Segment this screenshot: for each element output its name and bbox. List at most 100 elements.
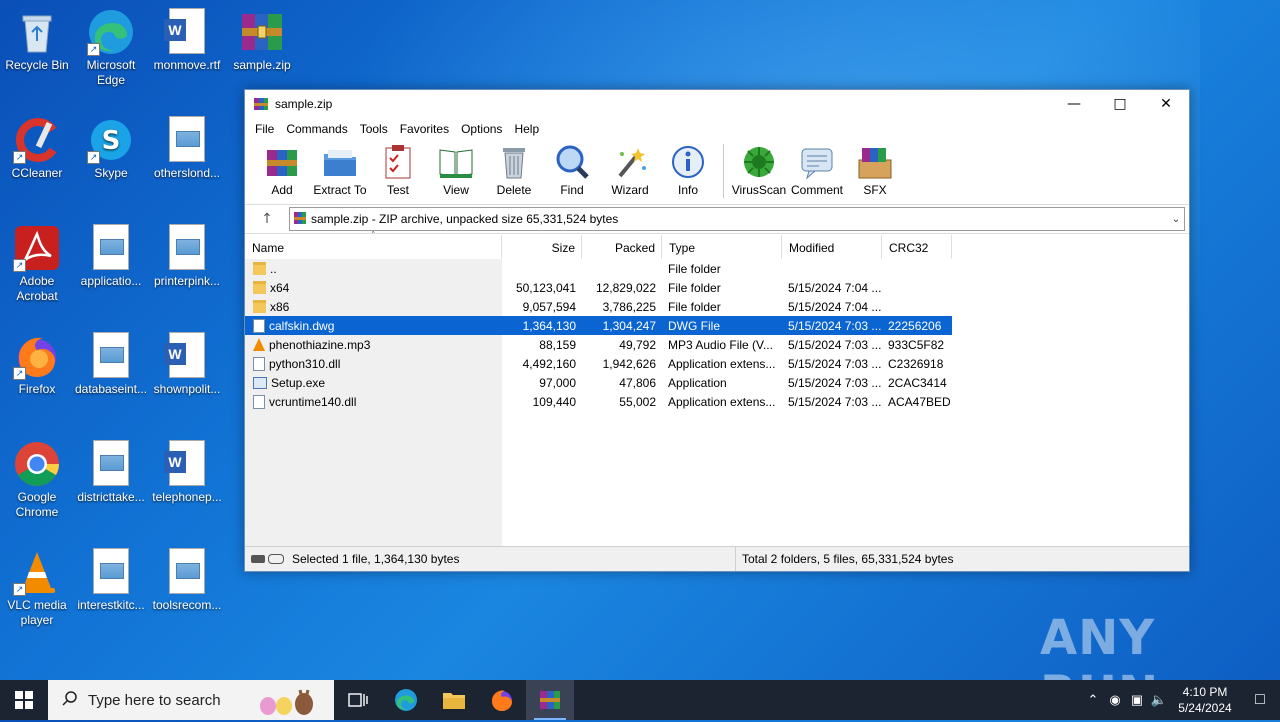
test-button[interactable]: Test <box>369 140 427 197</box>
sfx-button[interactable]: SFX <box>846 140 904 197</box>
file-row[interactable]: vcruntime140.dll 109,440 55,002 Application… <box>245 392 952 411</box>
file-row[interactable]: .. File folder <box>245 259 952 278</box>
file-name-cell: x64 <box>245 281 502 295</box>
chevron-up-icon[interactable]: ⌃ <box>1082 692 1104 708</box>
taskbar-winrar[interactable] <box>526 680 574 720</box>
drive-icon <box>251 555 265 563</box>
file-row[interactable]: python310.dll 4,492,160 1,942,626 Applicati… <box>245 354 952 373</box>
desktop-icon-acrobat[interactable]: ↗ Adobe Acrobat <box>0 218 74 304</box>
toolbar: Add Extract To Test View Delete Find Wiz… <box>245 140 1189 205</box>
meet-now-icon[interactable]: ◉ <box>1104 692 1126 708</box>
desktop-icon-label: shownpolit... <box>153 382 221 396</box>
address-row: ↑ sample.zip - ZIP archive, unpacked siz… <box>245 205 1189 234</box>
desktop-icon-label: Google Chrome <box>15 490 59 519</box>
info-label: Info <box>677 183 698 197</box>
file-packed-cell: 12,829,022 <box>595 280 656 295</box>
column-size[interactable]: Size <box>502 235 582 259</box>
file-modified-cell: 5/15/2024 7:03 ... <box>788 356 882 371</box>
file-name-cell: phenothiazine.mp3 <box>245 338 502 352</box>
desktop-icon-ccleaner[interactable]: ↗ CCleaner <box>0 110 74 181</box>
virusscan-button[interactable]: VirusScan <box>730 140 788 197</box>
desktop-icon-databaseint[interactable]: databaseint... <box>74 326 148 397</box>
column-type[interactable]: Type <box>662 235 782 259</box>
recycle-bin-icon <box>13 8 61 56</box>
minimize-button[interactable]: — <box>1051 90 1097 118</box>
file-name: calfskin.dwg <box>269 318 335 333</box>
desktop-icon-firefox[interactable]: ↗ Firefox <box>0 326 74 397</box>
taskbar-firefox[interactable] <box>478 680 526 720</box>
file-type-cell: MP3 Audio File (V... <box>668 337 773 352</box>
comment-button[interactable]: Comment <box>788 140 846 197</box>
delete-button[interactable]: Delete <box>485 140 543 197</box>
add-button[interactable]: Add <box>253 140 311 197</box>
desktop-icon-otherslond[interactable]: otherslond... <box>150 110 224 181</box>
chevron-down-icon[interactable]: ⌄ <box>1168 214 1184 225</box>
desktop-icon-sample-zip[interactable]: sample.zip <box>225 2 299 73</box>
menu-options[interactable]: Options <box>455 122 508 136</box>
file-row[interactable]: x86 9,057,594 3,786,225 File folder 5/15/202… <box>245 297 952 316</box>
up-one-level-icon[interactable]: ↑ <box>245 211 289 227</box>
file-packed-cell: 1,942,626 <box>602 356 656 371</box>
extract-to-button[interactable]: Extract To <box>311 140 369 197</box>
desktop-icon-skype[interactable]: S ↗ Skype <box>74 110 148 181</box>
file-row[interactable]: Setup.exe 97,000 47,806 Application 5/15/202… <box>245 373 952 392</box>
desktop-icon-interestkitc[interactable]: interestkitc... <box>74 542 148 613</box>
comment-label: Comment <box>790 183 843 197</box>
wizard-button[interactable]: Wizard <box>601 140 659 197</box>
column-packed[interactable]: Packed <box>582 235 662 259</box>
address-combo[interactable]: sample.zip - ZIP archive, unpacked size … <box>289 207 1185 231</box>
menu-favorites[interactable]: Favorites <box>394 122 455 136</box>
file-type-cell: DWG File <box>668 318 720 333</box>
file-row[interactable]: x64 50,123,041 12,829,022 File folder 5/15/2… <box>245 278 952 297</box>
column-crc32[interactable]: CRC32 <box>882 235 952 259</box>
menu-help[interactable]: Help <box>508 122 545 136</box>
network-icon[interactable]: ▣ <box>1126 692 1148 708</box>
desktop-icon-applicatio[interactable]: applicatio... <box>74 218 148 289</box>
menu-tools[interactable]: Tools <box>354 122 394 136</box>
taskbar-file-explorer[interactable] <box>430 680 478 720</box>
maximize-button[interactable]: □ <box>1097 90 1143 118</box>
file-size-cell: 9,057,594 <box>522 299 576 314</box>
extract-to-label: Extract To <box>313 183 367 197</box>
menu-file[interactable]: File <box>249 122 280 136</box>
close-icon: ✕ <box>1160 96 1172 112</box>
desktop-icon-chrome[interactable]: Google Chrome <box>0 434 74 520</box>
clock[interactable]: 4:10 PM 5/24/2024 <box>1170 684 1240 716</box>
desktop-icon-monmove[interactable]: W monmove.rtf <box>150 2 224 73</box>
desktop-icon-printerpink[interactable]: printerpink... <box>150 218 224 289</box>
desktop-icon-toolsrecom[interactable]: toolsrecom... <box>150 542 224 613</box>
desktop-icon-edge[interactable]: ↗ Microsoft Edge <box>74 2 148 88</box>
clock-time: 4:10 PM <box>1182 685 1228 699</box>
desktop-icon-label: monmove.rtf <box>153 58 221 72</box>
volume-icon[interactable]: 🔈 <box>1148 692 1170 708</box>
word-document-icon: W <box>163 332 211 380</box>
find-button[interactable]: Find <box>543 140 601 197</box>
desktop-icon-recycle-bin[interactable]: Recycle Bin <box>0 2 74 73</box>
file-crc-cell: 22256206 <box>888 318 942 333</box>
file-row[interactable]: phenothiazine.mp3 88,159 49,792 MP3 Audio F… <box>245 335 952 354</box>
image-file-icon <box>87 548 135 596</box>
maximize-icon: □ <box>1113 96 1127 112</box>
close-button[interactable]: ✕ <box>1143 90 1189 118</box>
taskbar-search-box[interactable]: Type here to search <box>48 680 334 720</box>
desktop-icon-vlc[interactable]: ↗ VLC media player <box>0 542 74 628</box>
desktop-icon-label: printerpink... <box>153 274 221 288</box>
title-bar[interactable]: sample.zip — □ ✕ <box>245 90 1189 118</box>
desktop-icon-shownpolit[interactable]: W shownpolit... <box>150 326 224 397</box>
task-view-button[interactable] <box>334 680 382 720</box>
file-type-cell: File folder <box>668 261 721 276</box>
column-modified[interactable]: Modified <box>782 235 882 259</box>
start-button[interactable] <box>0 680 48 720</box>
taskbar-edge[interactable] <box>382 680 430 720</box>
info-button[interactable]: Info <box>659 140 717 197</box>
notification-icon[interactable]: □ <box>1240 691 1280 709</box>
desktop-icon-telephonep[interactable]: W telephonep... <box>150 434 224 505</box>
chrome-icon <box>13 440 61 488</box>
file-name-cell: python310.dll <box>245 356 502 371</box>
view-button[interactable]: View <box>427 140 485 197</box>
desktop-icon-districttake[interactable]: districttake... <box>74 434 148 505</box>
task-view-icon <box>348 693 368 707</box>
file-row[interactable]: calfskin.dwg 1,364,130 1,304,247 DWG File 5/… <box>245 316 952 335</box>
skype-icon: S ↗ <box>87 116 135 164</box>
menu-commands[interactable]: Commands <box>280 122 353 136</box>
